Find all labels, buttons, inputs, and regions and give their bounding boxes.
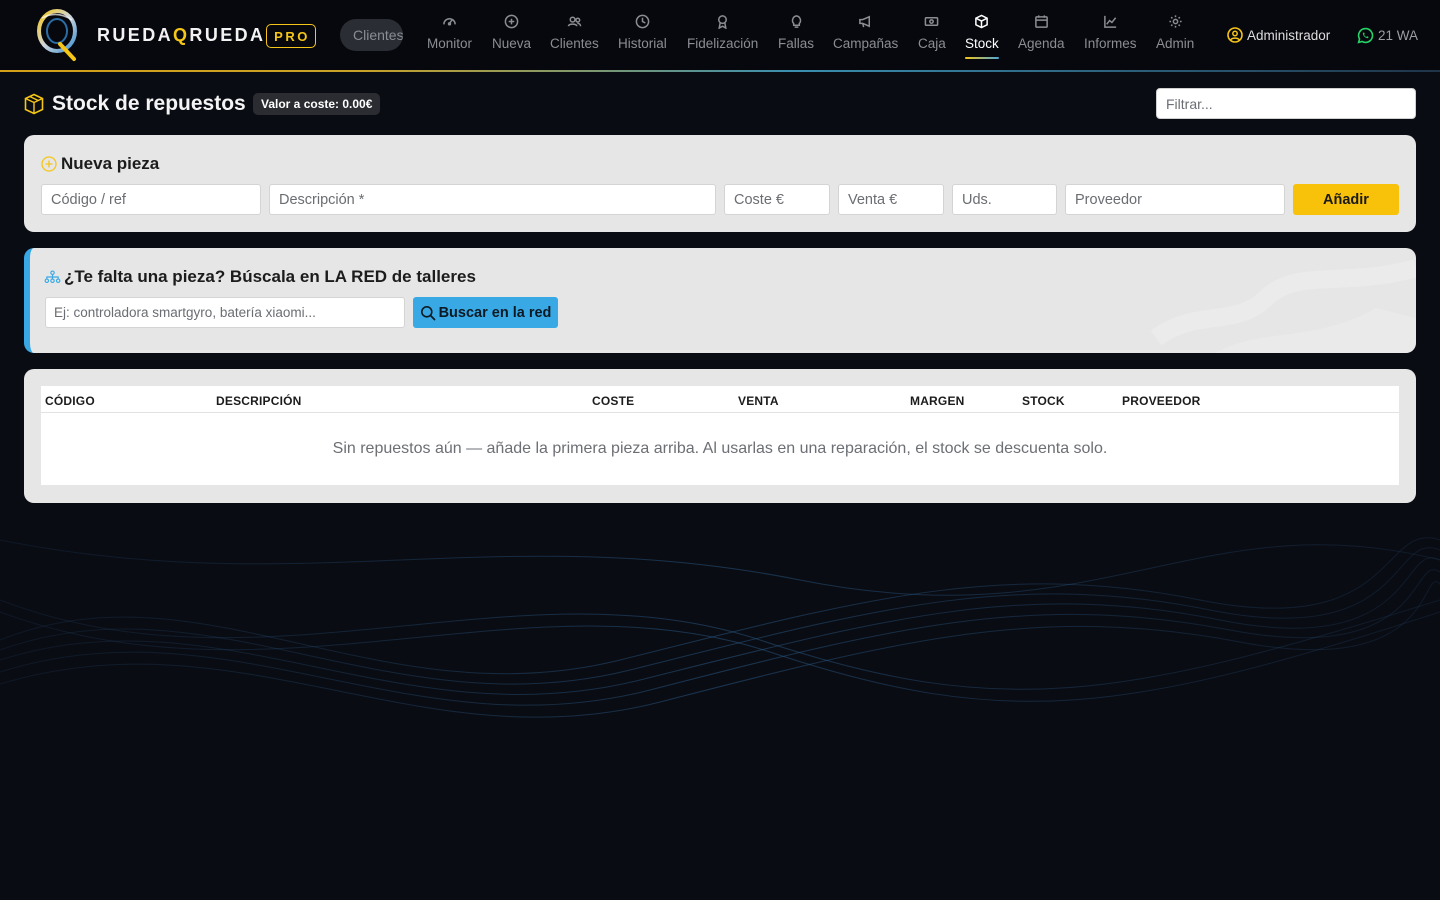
nav-item-historial[interactable]: Historial xyxy=(618,14,667,60)
column-header-coste[interactable]: COSTE xyxy=(592,394,634,408)
cost-field[interactable] xyxy=(724,184,830,215)
table-header: CÓDIGO DESCRIPCIÓN COSTE VENTA MARGEN ST… xyxy=(41,386,1399,413)
page-title: Stock de repuestos xyxy=(52,92,246,115)
whatsapp-count: 21 WA xyxy=(1378,28,1419,43)
box-icon xyxy=(24,93,44,115)
nav-item-fallas[interactable]: Fallas xyxy=(778,14,814,60)
logo[interactable] xyxy=(32,6,82,62)
whatsapp-icon xyxy=(1357,27,1374,44)
pro-badge: PRO xyxy=(266,24,316,48)
megaphone-icon xyxy=(859,15,871,28)
top-navigation-bar: RUEDAQRUEDA PRO Monitor Nueva Clientes H… xyxy=(0,0,1440,72)
nav-item-label: Caja xyxy=(918,36,946,51)
column-header-codigo[interactable]: CÓDIGO xyxy=(45,394,95,408)
parts-table: CÓDIGO DESCRIPCIÓN COSTE VENTA MARGEN ST… xyxy=(41,386,1399,485)
chart-line-icon xyxy=(1103,15,1117,28)
network-search-button[interactable]: Buscar en la red xyxy=(413,297,558,328)
network-icon xyxy=(44,270,61,284)
calendar-icon xyxy=(1034,15,1048,28)
nav-item-clientes[interactable]: Clientes xyxy=(550,14,599,60)
new-part-card: Nueva pieza Añadir xyxy=(24,135,1416,232)
code-field[interactable] xyxy=(41,184,261,215)
user-menu[interactable]: Administrador xyxy=(1227,27,1330,43)
new-part-title: Nueva pieza xyxy=(41,154,159,174)
map-decoration xyxy=(1150,259,1416,353)
nav-item-label: Clientes xyxy=(550,36,599,51)
clock-icon xyxy=(635,14,650,29)
column-header-proveedor[interactable]: PROVEEDOR xyxy=(1122,394,1200,408)
column-header-descripcion[interactable]: DESCRIPCIÓN xyxy=(216,394,302,408)
award-icon xyxy=(718,15,728,29)
plus-circle-icon xyxy=(41,156,57,172)
nav-item-caja[interactable]: Caja xyxy=(918,14,946,60)
lightbulb-icon xyxy=(791,15,801,28)
nav-item-label: Stock xyxy=(965,36,999,51)
nav-item-fidelizacion[interactable]: Fidelización xyxy=(687,14,758,60)
user-circle-icon xyxy=(1227,27,1243,43)
column-header-venta[interactable]: VENTA xyxy=(738,394,779,408)
filter-input[interactable] xyxy=(1156,88,1416,119)
whatsapp-counter[interactable]: 21 WA xyxy=(1357,27,1418,44)
brand-name: RUEDAQRUEDA xyxy=(97,25,266,45)
add-part-button[interactable]: Añadir xyxy=(1293,184,1399,215)
gauge-icon xyxy=(443,18,456,26)
page-header: Stock de repuestos xyxy=(24,92,246,116)
supplier-field[interactable] xyxy=(1065,184,1285,215)
network-title-text: ¿Te falta una pieza? Búscala en LA RED d… xyxy=(64,267,476,286)
nav-item-label: Agenda xyxy=(1018,36,1065,51)
logo-q-icon xyxy=(37,9,77,61)
description-field[interactable] xyxy=(269,184,716,215)
client-search-input[interactable] xyxy=(340,19,403,51)
column-header-margen[interactable]: MARGEN xyxy=(910,394,965,408)
nav-item-admin[interactable]: Admin xyxy=(1156,14,1194,60)
parts-table-card: CÓDIGO DESCRIPCIÓN COSTE VENTA MARGEN ST… xyxy=(24,369,1416,503)
user-name: Administrador xyxy=(1247,27,1331,43)
box-icon xyxy=(975,14,989,29)
nav-item-nueva[interactable]: Nueva xyxy=(492,14,531,60)
network-title: ¿Te falta una pieza? Búscala en LA RED d… xyxy=(44,267,476,287)
nav-item-monitor[interactable]: Monitor xyxy=(427,14,472,60)
column-header-stock[interactable]: STOCK xyxy=(1022,394,1065,408)
nav-item-label: Nueva xyxy=(492,36,532,51)
network-search-card: ¿Te falta una pieza? Búscala en LA RED d… xyxy=(24,248,1416,353)
nav-item-stock[interactable]: Stock xyxy=(965,14,999,60)
network-search-button-label: Buscar en la red xyxy=(438,304,552,321)
nav-item-label: Campañas xyxy=(833,36,899,51)
nav-item-campanas[interactable]: Campañas xyxy=(833,14,898,60)
plus-circle-icon xyxy=(504,14,519,29)
empty-state-message: Sin repuestos aún — añade la primera pie… xyxy=(332,440,1108,457)
nav-item-informes[interactable]: Informes xyxy=(1084,14,1137,60)
units-field[interactable] xyxy=(952,184,1057,215)
search-icon xyxy=(420,305,435,320)
new-part-title-text: Nueva pieza xyxy=(61,154,160,173)
nav-item-label: Monitor xyxy=(427,36,473,51)
users-icon xyxy=(567,16,582,27)
nav-item-label: Informes xyxy=(1084,36,1137,51)
nav-item-label: Fidelización xyxy=(687,36,759,51)
nav-item-label: Historial xyxy=(618,36,667,51)
stock-value-badge: Valor a coste: 0.00€ xyxy=(253,93,381,115)
network-search-input[interactable] xyxy=(45,297,405,328)
nav-item-label: Admin xyxy=(1156,36,1195,51)
gear-icon xyxy=(1169,15,1182,28)
sale-price-field[interactable] xyxy=(838,184,944,215)
cash-icon xyxy=(925,17,939,26)
nav-item-label: Fallas xyxy=(778,36,815,51)
nav-item-agenda[interactable]: Agenda xyxy=(1018,14,1065,60)
